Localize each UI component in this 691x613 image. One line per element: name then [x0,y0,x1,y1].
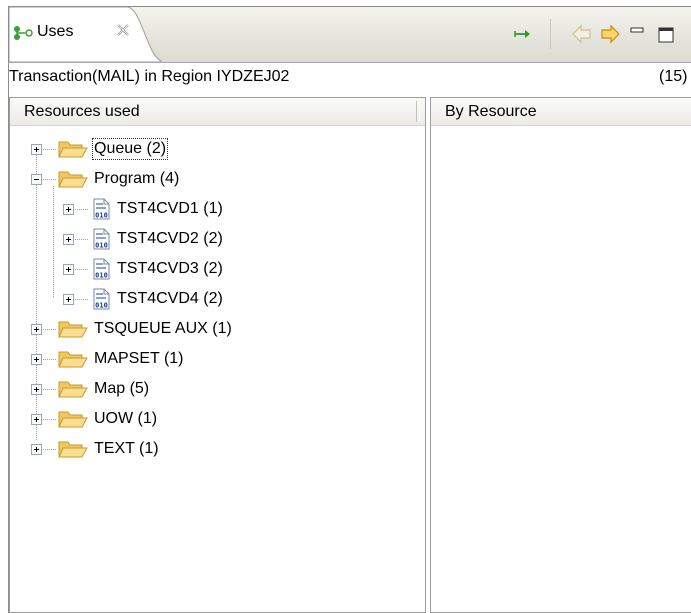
result-count: (15) [659,68,688,85]
view-tab-bar: Uses [9,7,691,63]
svg-text:010: 010 [95,242,108,250]
column-header-label: Resources used [24,103,140,120]
tree-item-label: TST4CVD2 (2) [117,230,223,247]
uses-view: Uses Transaction(MAIL) in Region IYDZEJ0… [8,6,691,613]
tree-connector [43,388,57,390]
tree-connector [43,448,57,450]
open-folder-icon [58,321,88,338]
by-resource-pane: By Resource [430,97,691,613]
open-folder-icon [58,171,88,188]
tree-branch-line [53,186,54,298]
column-resize-handle[interactable] [416,101,420,122]
resources-used-column-header[interactable]: Resources used [10,98,425,126]
tree-item-folder[interactable]: Queue (2) [31,134,169,164]
tree-item-program[interactable]: 010 TST4CVD3 (2) [63,254,223,284]
tree-connector [75,298,89,300]
tab-uses[interactable]: Uses [9,7,162,62]
tree-item-label: TEXT (1) [94,440,159,457]
toolbar-separator [550,19,551,49]
by-resource-column-header[interactable]: By Resource [431,98,691,126]
tree-item-folder[interactable]: Map (5) [31,374,149,404]
tree-item-label: TSQUEUE AUX (1) [94,320,232,337]
tree-item-folder[interactable]: MAPSET (1) [31,344,184,374]
tree-item-folder[interactable]: TSQUEUE AUX (1) [31,314,232,344]
expand-toggle-icon[interactable] [31,443,42,455]
expand-toggle-icon[interactable] [63,263,74,275]
svg-text:010: 010 [95,272,108,280]
uses-view-icon [14,26,33,40]
program-file-icon: 010 [93,288,110,310]
expand-toggle-icon[interactable] [31,383,42,395]
tree-item-label: MAPSET (1) [94,350,184,367]
expand-toggle-icon[interactable] [31,413,42,425]
tree-connector [43,418,57,420]
tree-connector [75,208,89,210]
tree-connector [75,268,89,270]
open-folder-icon [58,381,88,398]
expand-toggle-icon[interactable] [31,143,42,155]
resources-used-pane: Resources used Queue (2) Program (4) 010 TS… [9,97,426,613]
tree-item-folder[interactable]: UOW (1) [31,404,157,434]
minimize-icon[interactable] [627,23,649,45]
expand-toggle-icon[interactable] [63,203,74,215]
tab-label: Uses [37,23,74,40]
open-folder-icon [58,141,88,158]
tree-item-label: Queue (2) [91,138,169,160]
expand-toggle-icon[interactable] [31,353,42,365]
tree-item-label: TST4CVD1 (1) [117,200,223,217]
expand-toggle-icon[interactable] [31,323,42,335]
tree-item-label: TST4CVD4 (2) [117,290,223,307]
open-folder-icon [58,441,88,458]
close-icon[interactable] [115,22,131,38]
tree-item-label: Program (4) [94,170,180,187]
forward-arrow-icon[interactable] [599,23,621,45]
tree-item-label: TST4CVD3 (2) [117,260,223,277]
view-title: Transaction(MAIL) in Region IYDZEJ02 [9,68,290,85]
program-file-icon: 010 [93,198,110,220]
expand-toggle-icon[interactable] [63,293,74,305]
tree-item-label: Map (5) [94,380,150,397]
program-file-icon: 010 [93,228,110,250]
tree-connector [43,358,57,360]
svg-text:010: 010 [95,302,108,310]
open-folder-icon [58,411,88,428]
show-links-arrow-icon[interactable] [512,23,534,45]
svg-text:010: 010 [95,212,108,220]
tree-connector [75,238,89,240]
tree-item-program[interactable]: 010 TST4CVD4 (2) [63,284,223,314]
back-arrow-icon[interactable] [571,23,593,45]
tree-item-label: UOW (1) [94,410,158,427]
tree-item-folder[interactable]: TEXT (1) [31,434,159,464]
column-header-label: By Resource [445,103,537,120]
tree-connector [43,328,57,330]
program-file-icon: 010 [93,258,110,280]
maximize-icon[interactable] [655,23,677,45]
expand-toggle-icon[interactable] [63,233,74,245]
tree-item-program[interactable]: 010 TST4CVD2 (2) [63,224,223,254]
collapse-toggle-icon[interactable] [31,173,42,185]
open-folder-icon [58,351,88,368]
tree-connector [43,178,57,180]
tree-item-program[interactable]: 010 TST4CVD1 (1) [63,194,223,224]
resources-tree: Queue (2) Program (4) 010 TST4CVD1 (1) 010 TS… [10,126,425,612]
tree-connector [43,148,57,150]
